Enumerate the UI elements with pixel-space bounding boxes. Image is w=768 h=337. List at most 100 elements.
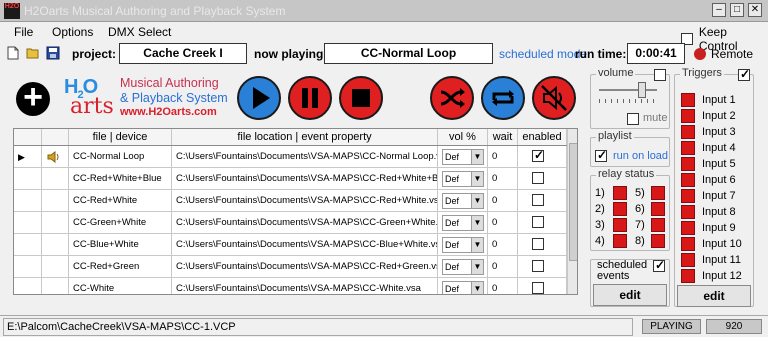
scheduled-events-checkbox[interactable] xyxy=(653,258,665,272)
enabled-checkbox[interactable] xyxy=(532,238,544,250)
new-file-icon[interactable] xyxy=(6,46,20,60)
minimize-button[interactable]: – xyxy=(712,3,726,17)
triggers-edit-button[interactable]: edit xyxy=(677,285,751,307)
col-wait[interactable]: wait xyxy=(488,129,518,145)
maximize-button[interactable]: □ xyxy=(730,3,744,17)
run-time-label: run time: xyxy=(575,47,627,61)
add-icon[interactable]: + xyxy=(16,80,50,116)
row-file-name: CC-Blue+White xyxy=(69,234,172,255)
volume-slider-track[interactable] xyxy=(599,89,657,91)
logo-tagline-1: Musical Authoring xyxy=(120,76,219,90)
volume-enable-checkbox[interactable] xyxy=(654,69,666,81)
volume-slider-thumb[interactable] xyxy=(637,82,646,98)
close-button[interactable]: ✕ xyxy=(748,3,762,17)
row-wait[interactable]: 0 xyxy=(488,168,518,189)
status-number: 920 xyxy=(706,319,762,334)
stop-button[interactable] xyxy=(339,76,383,120)
chevron-down-icon: ▼ xyxy=(471,282,483,294)
shuffle-button[interactable] xyxy=(430,76,474,120)
scrollbar-thumb[interactable] xyxy=(569,143,577,261)
triggers-enable-checkbox[interactable] xyxy=(738,67,750,81)
playlist-table: file | device file location | event prop… xyxy=(13,128,578,295)
table-row[interactable]: CC-Blue+White C:\Users\Fountains\Documen… xyxy=(14,234,567,256)
enabled-checkbox[interactable] xyxy=(532,194,544,206)
chevron-down-icon: ▼ xyxy=(471,172,483,186)
relay-indicator xyxy=(651,186,665,200)
vol-dropdown[interactable]: Def ▼ xyxy=(442,171,484,187)
enabled-checkbox[interactable] xyxy=(532,216,544,228)
window-title: H2Oarts Musical Authoring and Playback S… xyxy=(24,4,286,18)
mute-speaker-icon xyxy=(541,85,567,111)
pause-button[interactable] xyxy=(288,76,332,120)
scheduled-edit-button[interactable]: edit xyxy=(593,284,667,306)
trigger-indicator xyxy=(681,253,695,267)
vol-dropdown[interactable]: Def ▼ xyxy=(442,193,484,209)
table-row[interactable]: ▶ CC-Normal Loop C:\Users\Fountains\Docu… xyxy=(14,146,567,168)
enabled-checkbox[interactable] xyxy=(532,282,544,294)
enabled-checkbox[interactable] xyxy=(532,260,544,272)
row-wait[interactable]: 0 xyxy=(488,190,518,211)
col-vol[interactable]: vol % xyxy=(438,129,488,145)
run-on-load-checkbox[interactable] xyxy=(595,148,607,162)
table-header: file | device file location | event prop… xyxy=(14,129,567,146)
playlist-group: playlist run on load xyxy=(590,130,670,167)
project-field[interactable]: Cache Creek I xyxy=(119,43,247,64)
trigger-indicator xyxy=(681,125,695,139)
row-wait[interactable]: 0 xyxy=(488,146,518,167)
menu-file[interactable]: File xyxy=(14,25,33,39)
scheduled-events-group: scheduled events edit xyxy=(590,258,670,307)
col-enabled[interactable]: enabled xyxy=(518,129,567,145)
vol-dropdown[interactable]: Def ▼ xyxy=(442,215,484,231)
trigger-indicator xyxy=(681,269,695,283)
row-file-name: CC-Red+Green xyxy=(69,256,172,277)
row-wait[interactable]: 0 xyxy=(488,256,518,277)
menu-options[interactable]: Options xyxy=(52,25,93,39)
relay-indicator xyxy=(613,186,627,200)
scheduled-mode-link[interactable]: scheduled mode xyxy=(499,47,587,61)
relay-4: 4) xyxy=(595,234,627,248)
row-file-path: C:\Users\Fountains\Documents\VSA-MAPS\CC… xyxy=(172,212,438,233)
col-file-location[interactable]: file location | event property xyxy=(172,129,438,145)
mute-checkbox[interactable] xyxy=(627,113,639,125)
table-row[interactable]: CC-Red+White C:\Users\Fountains\Document… xyxy=(14,190,567,212)
col-file-device[interactable]: file | device xyxy=(69,129,172,145)
repeat-button[interactable] xyxy=(481,76,525,120)
vol-dropdown[interactable]: Def ▼ xyxy=(442,259,484,275)
vol-dropdown[interactable]: Def ▼ xyxy=(442,149,484,165)
trigger-input-1: Input 1 xyxy=(681,93,736,107)
enabled-checkbox[interactable] xyxy=(532,148,544,162)
play-button[interactable] xyxy=(237,76,281,120)
pause-icon xyxy=(302,88,318,108)
vol-dropdown[interactable]: Def ▼ xyxy=(442,237,484,253)
run-on-load-label: run on load xyxy=(613,150,669,162)
chevron-down-icon: ▼ xyxy=(471,150,483,164)
table-row[interactable]: CC-Red+White+Blue C:\Users\Fountains\Doc… xyxy=(14,168,567,190)
chevron-down-icon: ▼ xyxy=(471,216,483,230)
table-row[interactable]: CC-Red+Green C:\Users\Fountains\Document… xyxy=(14,256,567,278)
trigger-input-11: Input 11 xyxy=(681,253,741,267)
repeat-icon xyxy=(492,90,514,106)
open-folder-icon[interactable] xyxy=(26,46,40,60)
row-wait[interactable]: 0 xyxy=(488,212,518,233)
trigger-indicator xyxy=(681,173,695,187)
table-row[interactable]: CC-White C:\Users\Fountains\Documents\VS… xyxy=(14,278,567,294)
save-icon[interactable] xyxy=(46,46,60,60)
events-label: events xyxy=(597,270,630,282)
project-label: project: xyxy=(72,47,117,61)
vol-dropdown[interactable]: Def ▼ xyxy=(442,281,484,294)
row-wait[interactable]: 0 xyxy=(488,234,518,255)
table-row[interactable]: CC-Green+White C:\Users\Fountains\Docume… xyxy=(14,212,567,234)
table-scrollbar[interactable] xyxy=(567,129,577,294)
menu-dmx-select[interactable]: DMX Select xyxy=(108,25,171,39)
volume-group: volume mute xyxy=(590,67,670,129)
run-time-field: 0:00:41 xyxy=(627,43,685,64)
triggers-group: Triggers Input 1 Input 2 Input 3 Input 4… xyxy=(674,67,754,307)
status-bar: E:\Palcom\CacheCreek\VSA-MAPS\CC-1.VCP P… xyxy=(0,315,768,337)
mute-button[interactable] xyxy=(532,76,576,120)
row-wait[interactable]: 0 xyxy=(488,278,518,294)
relay-indicator xyxy=(651,202,665,216)
relay-indicator xyxy=(651,218,665,232)
enabled-checkbox[interactable] xyxy=(532,172,544,184)
remote-toggle[interactable]: Remote xyxy=(694,47,753,61)
row-file-name: CC-Green+White xyxy=(69,212,172,233)
